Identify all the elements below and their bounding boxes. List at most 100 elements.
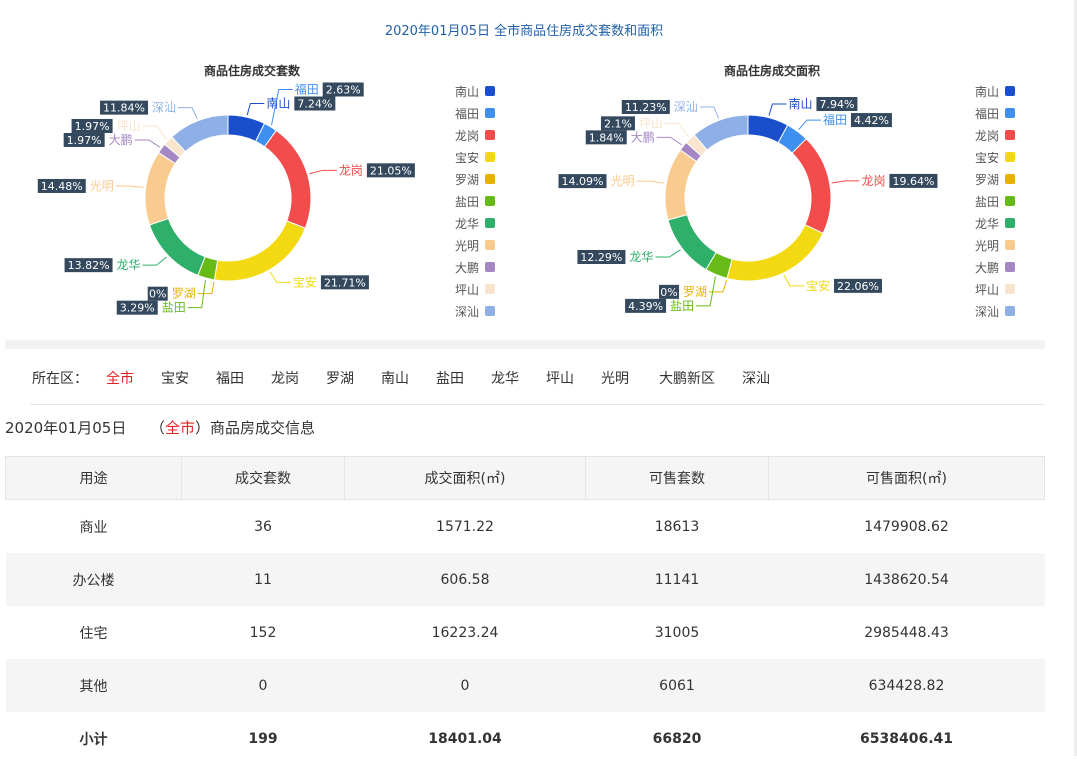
slice-name-label: 南山: [788, 96, 812, 111]
district-item[interactable]: 坪山: [546, 368, 574, 388]
slice-name-label: 宝安: [293, 274, 317, 289]
district-item[interactable]: 大鹏新区: [659, 368, 715, 388]
district-item[interactable]: 龙华: [491, 368, 519, 388]
legend-item[interactable]: 坪山: [455, 278, 496, 300]
district-item[interactable]: 龙岗: [271, 368, 299, 388]
table-cell: 11141: [585, 553, 769, 606]
legend-swatch: [485, 108, 496, 118]
legend-label: 宝安: [975, 150, 1000, 165]
legend-item[interactable]: 龙岗: [975, 124, 1016, 146]
district-item[interactable]: 南山: [381, 368, 409, 388]
th-deal-units: 成交套数: [181, 456, 345, 500]
legend-item[interactable]: 罗湖: [975, 168, 1016, 190]
legend-item[interactable]: 福田: [455, 102, 496, 124]
value-label: 7.24%: [297, 97, 332, 110]
table-cell: 1479908.62: [864, 518, 949, 535]
chart-title: 商品住房成交套数: [204, 63, 301, 78]
label-leader-line: [134, 139, 161, 148]
value-label: 19.64%: [892, 175, 934, 188]
legend-label: 大鹏: [455, 260, 480, 275]
table-cell: 0: [181, 659, 345, 712]
legend-item[interactable]: 深汕: [455, 300, 496, 322]
legend-swatch: [485, 196, 496, 206]
table-cell: 606.58: [344, 553, 586, 606]
donut-slice[interactable]: [171, 114, 229, 153]
label-leader-line: [831, 180, 860, 184]
legend-item[interactable]: 盐田: [455, 190, 496, 212]
label-leader-line: [699, 106, 720, 119]
district-item[interactable]: 福田: [216, 368, 244, 388]
donut-slice[interactable]: [664, 149, 698, 221]
info-open: （: [149, 419, 165, 437]
legend-item[interactable]: 南山: [975, 80, 1016, 102]
legend-item[interactable]: 南山: [455, 80, 496, 102]
district-item[interactable]: 罗湖: [326, 368, 354, 388]
legend-item[interactable]: 龙华: [975, 212, 1016, 234]
chart-area-legend: 南山福田 龙岗宝安罗湖 盐田 龙华 光明 大鹏坪山深汕: [975, 80, 1016, 322]
slice-name-label: 福田: [823, 112, 847, 127]
donut-slice[interactable]: [148, 217, 206, 276]
table-total-cell: 6538406.41: [860, 730, 953, 747]
district-item[interactable]: 全市: [106, 368, 134, 388]
slice-name-label: 盐田: [670, 299, 694, 313]
slice-name-label: 罗湖: [683, 284, 707, 299]
legend-item[interactable]: 盐田: [975, 190, 1016, 212]
table-row: 办公楼 11 606.58 11141 1438620.54: [5, 553, 1045, 606]
donut-slice[interactable]: [693, 114, 749, 151]
legend-item[interactable]: 龙岗: [455, 124, 496, 146]
label-leader-line: [246, 102, 265, 116]
legend-label: 深汕: [455, 304, 480, 319]
legend-swatch: [1005, 174, 1016, 184]
chart-area-donut: 商品住房成交面积南山 7.94%福田 4.42% 龙岗 19.64% 宝安 22.06% 罗湖…: [558, 63, 938, 313]
table-row: 其他 0 0 6061 634428.82: [5, 659, 1045, 712]
label-leader-line: [798, 119, 821, 131]
value-label: 1.84%: [589, 131, 624, 144]
district-filter: 所在区： 全市 宝安 福田 龙岗 罗湖 南山 盐田 龙华 坪山 光明 大鹏新区 深汕: [32, 368, 770, 388]
legend-item[interactable]: 罗湖: [455, 168, 496, 190]
donut-slice[interactable]: [667, 214, 717, 271]
table-cell: 16223.24: [431, 624, 499, 641]
district-item[interactable]: 光明: [601, 368, 629, 388]
legend-item[interactable]: 光明: [455, 234, 496, 256]
donut-slice[interactable]: [213, 220, 306, 282]
donut-slice[interactable]: [144, 151, 176, 226]
legend-label: 南山: [975, 84, 1000, 99]
table-cell: 商业: [79, 519, 108, 536]
legend-item[interactable]: 龙华: [455, 212, 496, 234]
legend-item[interactable]: 福田: [975, 102, 1016, 124]
label-leader-line: [655, 249, 681, 258]
legend-item[interactable]: 坪山: [975, 278, 1016, 300]
legend-label: 坪山: [975, 282, 1000, 297]
table-cell: 31005: [654, 624, 700, 641]
legend-item[interactable]: 深汕: [975, 300, 1016, 322]
legend-label: 福田: [455, 106, 480, 121]
district-item[interactable]: 宝安: [161, 368, 189, 388]
donut-slice[interactable]: [263, 129, 312, 229]
district-item[interactable]: 深汕: [742, 368, 770, 388]
value-label: 4.39%: [628, 300, 663, 313]
donut-slice[interactable]: [726, 224, 824, 282]
label-leader-line: [783, 274, 804, 287]
value-label: 14.48%: [41, 180, 83, 193]
legend-item[interactable]: 光明: [975, 234, 1016, 256]
donut-slice[interactable]: [791, 138, 832, 235]
table-total-cell: 66820: [652, 730, 702, 747]
legend-swatch: [485, 174, 496, 184]
legend-item[interactable]: 大鹏: [975, 256, 1016, 278]
label-leader-line: [269, 271, 291, 283]
legend-item[interactable]: 宝安: [975, 146, 1016, 168]
legend-item[interactable]: 宝安: [455, 146, 496, 168]
label-leader-line: [115, 185, 144, 188]
value-label: 12.29%: [580, 251, 622, 264]
value-label: 1.97%: [67, 134, 102, 147]
district-item[interactable]: 盐田: [436, 368, 464, 388]
table-cell: 634428.82: [768, 659, 1045, 712]
value-label: 7.94%: [819, 98, 854, 111]
legend-swatch: [485, 284, 496, 294]
table-row: 商业 36 1571.22 18613 1479908.62: [6, 500, 1045, 554]
legend-label: 罗湖: [455, 172, 480, 187]
legend-item[interactable]: 大鹏: [455, 256, 496, 278]
slice-name-label: 龙华: [629, 250, 653, 264]
slice-name-label: 龙岗: [861, 174, 885, 188]
table-cell: 11: [181, 553, 345, 606]
